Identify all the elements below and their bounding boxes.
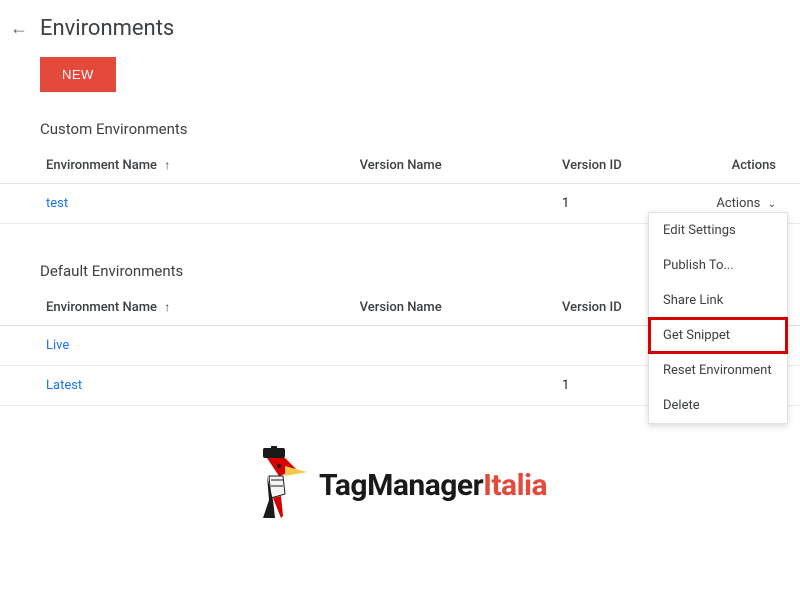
menu-get-snippet[interactable]: Get Snippet bbox=[649, 318, 787, 353]
col-version-name[interactable]: Version Name bbox=[348, 290, 550, 326]
env-link-test[interactable]: test bbox=[46, 196, 68, 211]
env-link-latest[interactable]: Latest bbox=[46, 378, 82, 393]
brand-text: TagManagerItalia bbox=[319, 468, 547, 503]
sort-ascending-icon: ↑ bbox=[164, 300, 170, 314]
col-env-name-label: Environment Name bbox=[46, 300, 157, 315]
menu-reset-environment[interactable]: Reset Environment bbox=[649, 353, 787, 388]
sort-ascending-icon: ↑ bbox=[164, 158, 170, 172]
cell-version-name bbox=[348, 326, 550, 366]
woodpecker-icon bbox=[253, 446, 315, 524]
actions-label: Actions bbox=[716, 196, 760, 211]
brand-logo: TagManagerItalia bbox=[0, 446, 800, 524]
back-arrow-icon[interactable]: ← bbox=[10, 18, 28, 39]
menu-edit-settings[interactable]: Edit Settings bbox=[649, 213, 787, 248]
menu-publish-to[interactable]: Publish To... bbox=[649, 248, 787, 283]
new-button[interactable]: NEW bbox=[40, 57, 116, 92]
col -env-name[interactable]: Environment Name ↑ bbox=[0, 148, 348, 184]
custom-environments-heading: Custom Environments bbox=[0, 110, 800, 148]
brand-text-main: TagManager bbox=[319, 468, 483, 503]
col-version-id[interactable]: Version ID bbox=[550, 148, 690, 184]
cell-version-name bbox=[348, 366, 550, 406]
chevron-down-icon: ⌄ bbox=[768, 199, 776, 210]
col-actions: Actions bbox=[690, 148, 800, 184]
menu-share-link[interactable]: Share Link bbox=[649, 283, 787, 318]
actions-dropdown-menu: Edit Settings Publish To... Share Link G… bbox=[648, 212, 788, 424]
page-title: Environments bbox=[40, 16, 174, 41]
col-version-name[interactable]: Version Name bbox=[348, 148, 550, 184]
brand-text-accent: Italia bbox=[483, 468, 547, 503]
col-env-name-label: Environment Name bbox=[46, 158, 157, 173]
cell-version-name bbox=[348, 184, 550, 224]
env-link-live[interactable]: Live bbox=[46, 338, 69, 353]
actions-dropdown-trigger[interactable]: Actions ⌄ bbox=[716, 196, 776, 211]
menu-delete[interactable]: Delete bbox=[649, 388, 787, 423]
col-env-name[interactable]: Environment Name ↑ bbox=[0, 290, 348, 326]
